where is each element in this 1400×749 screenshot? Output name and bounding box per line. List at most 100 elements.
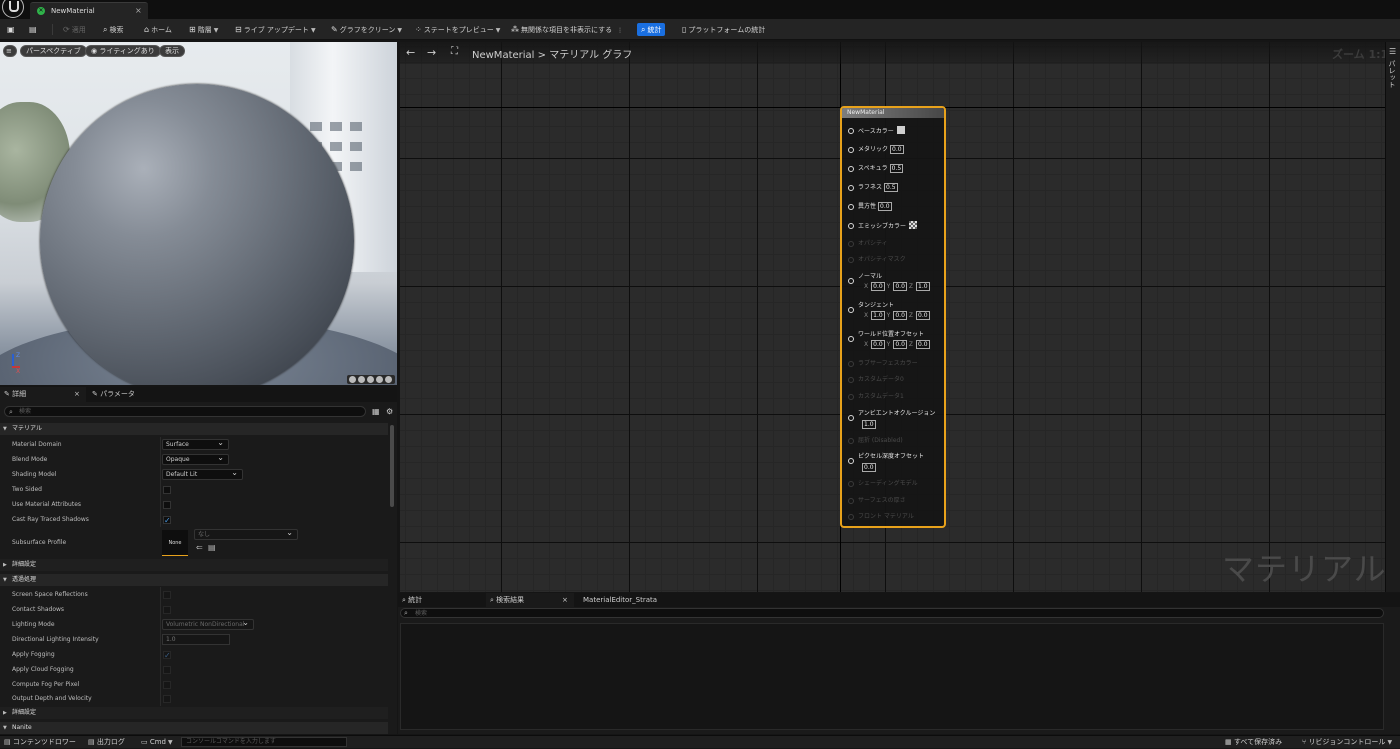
pin-circle-icon[interactable] — [848, 166, 854, 172]
pin-value[interactable]: 1.0 — [862, 420, 876, 429]
viewport-menu-icon[interactable]: ≡ — [3, 45, 17, 57]
pin-circle-icon[interactable] — [848, 458, 854, 464]
pin-circle-icon[interactable] — [848, 204, 854, 210]
color-swatch[interactable] — [896, 126, 905, 134]
perspective-button[interactable]: パースペクティブ — [20, 45, 87, 57]
details-search[interactable]: ⌕ 検索 — [4, 406, 366, 417]
search-button[interactable]: ⌕ 検索 — [103, 23, 123, 36]
asset-tab[interactable]: ✕ NewMaterial × — [30, 2, 148, 19]
pin-value[interactable]: 0.0 — [890, 145, 904, 154]
cylinder-icon[interactable] — [349, 376, 356, 383]
back-arrow-icon[interactable]: ← — [406, 46, 415, 59]
section-material[interactable]: マテリアル — [0, 423, 388, 435]
pin-circle-icon[interactable] — [848, 278, 854, 284]
pin-value-x[interactable]: 1.0 — [871, 311, 885, 320]
pin-ambient-occlusion[interactable]: アンビエントオクルージョン 1.0 — [848, 409, 944, 429]
contact-shadows-checkbox[interactable] — [163, 606, 171, 614]
pin-circle-icon[interactable] — [848, 223, 854, 229]
platform-stats-button[interactable]: ▯ プラットフォームの統計 — [682, 23, 765, 36]
table-view-icon[interactable]: ▦ — [372, 407, 380, 416]
pin-circle-icon[interactable] — [848, 415, 854, 421]
section-nanite[interactable]: Nanite — [0, 722, 388, 734]
pin-value[interactable]: 0.0 — [878, 202, 892, 211]
pin-value-y[interactable]: 0.0 — [893, 311, 907, 320]
pin-circle-icon[interactable] — [848, 185, 854, 191]
pin-tangent[interactable]: タンジェント X 1.0 Y 0.0 Z 0.0 — [848, 301, 944, 321]
directional-lighting-intensity-field[interactable]: 1.0 — [162, 634, 230, 645]
hide-unrelated-button[interactable]: ⁂ 無関係な項目を非表示にする ⋮ — [511, 23, 623, 36]
browse-button[interactable]: ▤ — [29, 23, 39, 36]
search-results-search[interactable]: ⌕ 検索 — [400, 608, 1384, 618]
all-saved-button[interactable]: ▦ すべて保存済み — [1225, 736, 1282, 749]
cmd-dropdown[interactable]: ▭ Cmd ▼ — [141, 736, 173, 749]
material-domain-dropdown[interactable]: Surface — [162, 438, 229, 450]
material-preview-viewport[interactable]: ≡ パースペクティブ ◉ ライティングあり 表示 Z X — [0, 42, 397, 385]
cast-ray-traced-shadows-checkbox[interactable] — [163, 513, 171, 528]
pin-value-z[interactable]: 0.0 — [916, 311, 930, 320]
pin-value[interactable]: 0.0 — [862, 463, 876, 472]
settings-gear-icon[interactable]: ⚙ — [386, 407, 393, 416]
output-depth-velocity-checkbox[interactable] — [163, 695, 171, 703]
apply-fogging-checkbox[interactable] — [163, 648, 171, 663]
material-output-node[interactable]: NewMaterial ベースカラー メタリック 0.0 スペキュラ 0.5 ラフネ… — [840, 106, 946, 528]
close-tab-icon[interactable]: × — [135, 6, 142, 15]
apply-button[interactable]: ⟳ 適用 — [63, 23, 86, 36]
use-material-attributes-checkbox[interactable] — [163, 501, 171, 509]
hierarchy-button[interactable]: ⊞ 階層 ▼ — [189, 23, 218, 36]
section-advanced[interactable]: 詳細設定 — [0, 559, 388, 571]
pin-value-x[interactable]: 0.0 — [871, 340, 885, 349]
tab-search-results[interactable]: ⌕ 検索結果 × — [486, 593, 574, 607]
palette-label[interactable]: パレット — [1388, 60, 1397, 88]
preview-state-button[interactable]: ⁘ ステートをプレビュー ▼ — [415, 23, 500, 36]
details-scrollbar[interactable] — [390, 425, 394, 507]
pin-value-y[interactable]: 0.0 — [893, 282, 907, 291]
shading-model-dropdown[interactable]: Default Lit — [162, 468, 243, 480]
details-search-input[interactable]: 検索 — [19, 407, 31, 417]
close-tab-icon[interactable]: × — [74, 387, 80, 402]
forward-arrow-icon[interactable]: → — [427, 46, 436, 59]
pin-value-z[interactable]: 1.0 — [916, 282, 930, 291]
pin-circle-icon[interactable] — [848, 336, 854, 342]
home-button[interactable]: ⌂ ホーム — [144, 23, 172, 36]
lighting-mode-dropdown[interactable]: Volumetric NonDirectional — [162, 618, 254, 630]
clean-graph-button[interactable]: ✎ グラフをクリーン ▼ — [331, 23, 402, 36]
console-input[interactable]: コンソールコマンドを入力します — [181, 737, 347, 747]
cube-icon[interactable] — [376, 376, 383, 383]
pin-value[interactable]: 0.5 — [884, 183, 898, 192]
show-button[interactable]: 表示 — [159, 45, 185, 57]
mesh-icon[interactable] — [385, 376, 392, 383]
unreal-logo-icon[interactable] — [2, 0, 24, 18]
two-sided-checkbox[interactable] — [163, 486, 171, 494]
color-swatch[interactable] — [909, 221, 918, 229]
screen-space-reflections-checkbox[interactable] — [163, 591, 171, 599]
subsurface-profile-dropdown[interactable]: なし — [194, 528, 298, 540]
tab-details[interactable]: ✎ 詳細 × — [0, 387, 86, 402]
preview-mesh-toolbar[interactable] — [347, 375, 395, 384]
tab-parameters[interactable]: ✎ パラメータ — [88, 387, 135, 402]
lighting-button[interactable]: ◉ ライティングあり — [85, 45, 161, 57]
pin-value-z[interactable]: 0.0 — [916, 340, 930, 349]
pin-circle-icon[interactable] — [848, 147, 854, 153]
plane-icon[interactable] — [367, 376, 374, 383]
material-graph-canvas[interactable]: ← → ⛶ NewMaterial > マテリアル グラフ ズーム 1:1 マテ… — [400, 42, 1400, 592]
stats-button[interactable]: ⌕ 統計 — [637, 23, 666, 36]
section-advanced-translucency[interactable]: 詳細設定 — [0, 707, 388, 719]
pin-pixel-depth-offset[interactable]: ピクセル深度オフセット 0.0 — [848, 452, 944, 472]
tab-stats[interactable]: ⌕ 統計 — [398, 593, 484, 607]
subsurface-thumbnail[interactable]: None — [162, 530, 188, 556]
pin-circle-icon[interactable] — [848, 307, 854, 313]
pin-normal[interactable]: ノーマル X 0.0 Y 0.0 Z 1.0 — [848, 272, 944, 292]
pin-value-x[interactable]: 0.0 — [871, 282, 885, 291]
search-results-input[interactable]: 検索 — [415, 609, 427, 618]
pin-value-y[interactable]: 0.0 — [893, 340, 907, 349]
pin-world-position-offset[interactable]: ワールド位置オフセット X 0.0 Y 0.0 Z 0.0 — [848, 330, 944, 350]
browse-folder-icon[interactable]: ▤ — [208, 543, 216, 552]
compute-fog-per-pixel-checkbox[interactable] — [163, 681, 171, 689]
palette-sidebar[interactable]: ☰ パレット — [1385, 42, 1400, 592]
save-button[interactable]: ▣ — [7, 23, 17, 36]
apply-cloud-fogging-checkbox[interactable] — [163, 666, 171, 674]
pin-value[interactable]: 0.5 — [889, 164, 904, 173]
content-drawer-button[interactable]: ▤ コンテンツドロワー — [4, 736, 76, 749]
sphere-icon[interactable] — [358, 376, 365, 383]
breadcrumb-root[interactable]: NewMaterial — [472, 50, 534, 61]
